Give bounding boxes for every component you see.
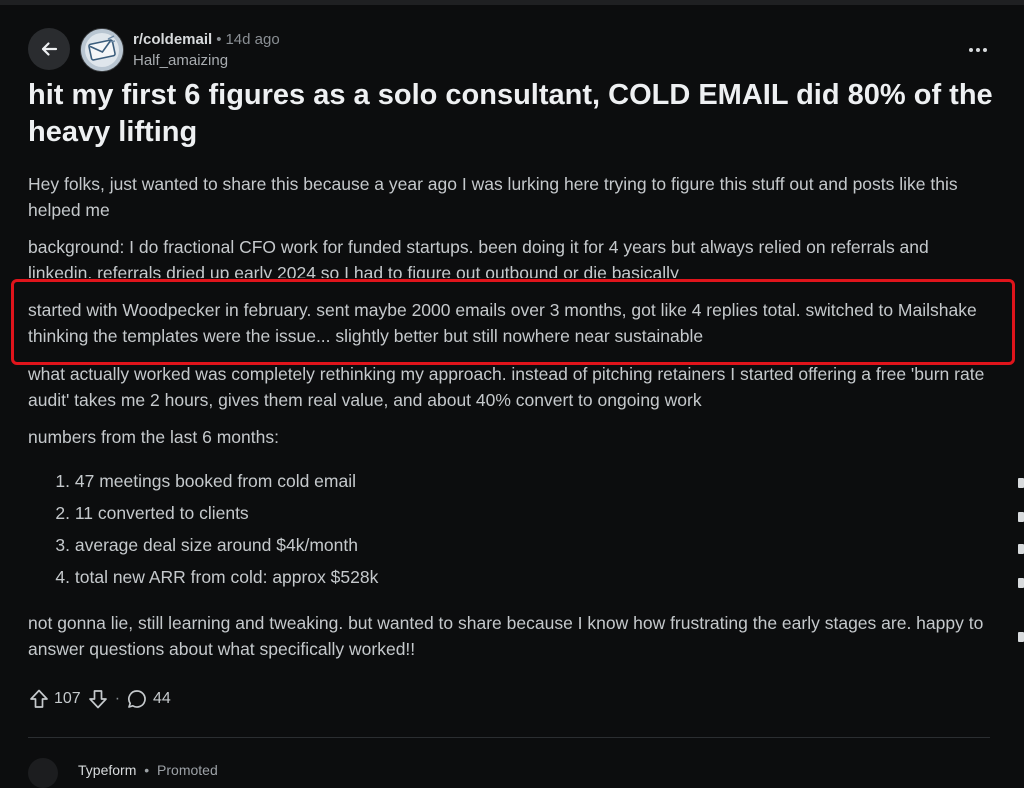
post-title: hit my first 6 figures as a solo consult… <box>28 79 993 148</box>
post-paragraph: what actually worked was completely reth… <box>28 367 985 410</box>
list-text: average deal size around $4k/month <box>74 535 358 555</box>
list-number: 3. <box>55 535 70 555</box>
highlight-box <box>11 279 1015 365</box>
meta-separator: • <box>216 31 222 48</box>
promoted-header: Typeform • Promoted <box>78 762 218 778</box>
subreddit-link[interactable]: r/coldemail <box>133 31 212 48</box>
post-closing: not gonna lie, still learning and tweaki… <box>28 613 984 659</box>
more-horizontal-icon <box>969 48 987 52</box>
post-paragraph: background: I do fractional CFO work for… <box>28 237 929 278</box>
list-number: 4. <box>55 567 70 587</box>
paragraph-clip: what actually worked was completely reth… <box>0 367 1024 417</box>
list-item: 2. 11 converted to clients <box>28 500 928 532</box>
comment-count: 44 <box>153 690 171 707</box>
post-actions: 107 · 44 <box>28 686 171 712</box>
back-button[interactable] <box>28 28 70 70</box>
side-fragment <box>1018 460 1024 700</box>
list-item: 1. 47 meetings booked from cold email <box>28 468 928 500</box>
paragraph-clip: background: I do fractional CFO work for… <box>0 234 1024 278</box>
list-item: 3. average deal size around $4k/month <box>28 532 928 564</box>
list-item: 4. total new ARR from cold: approx $528k <box>28 564 928 596</box>
list-number: 2. <box>55 503 70 523</box>
comments-button[interactable]: 44 <box>126 688 171 710</box>
list-number: 1. <box>55 471 70 491</box>
post-age: 14d ago <box>225 31 280 48</box>
section-divider <box>28 737 990 738</box>
list-text: total new ARR from cold: approx $528k <box>74 567 379 587</box>
top-bar <box>0 0 1024 5</box>
promoted-separator: • <box>144 762 150 778</box>
arrow-down-icon <box>88 690 107 709</box>
list-text: 11 converted to clients <box>74 503 249 523</box>
author-link[interactable]: Half_amaizing <box>133 51 228 71</box>
downvote-button[interactable] <box>87 688 109 710</box>
arrow-left-icon <box>41 42 58 56</box>
upvote-button[interactable] <box>28 688 50 710</box>
post-paragraph: numbers from the last 6 months: <box>28 427 279 447</box>
arrow-up-icon <box>30 689 48 708</box>
post-meta: r/coldemail • 14d ago <box>133 30 280 50</box>
vote-count: 107 <box>54 690 81 707</box>
envelope-icon <box>81 29 123 71</box>
promoted-name[interactable]: Typeform <box>78 762 136 778</box>
post-paragraph: Hey folks, just wanted to share this bec… <box>28 174 958 220</box>
more-options-button[interactable] <box>963 36 993 64</box>
promoted-avatar[interactable] <box>28 758 58 788</box>
actions-separator: · <box>114 690 121 707</box>
promoted-label: Promoted <box>157 762 218 778</box>
subreddit-avatar[interactable] <box>80 28 124 72</box>
stats-list: 1. 47 meetings booked from cold email 2.… <box>28 468 928 596</box>
list-text: 47 meetings booked from cold email <box>74 471 356 491</box>
comment-bubble-icon <box>128 690 146 708</box>
